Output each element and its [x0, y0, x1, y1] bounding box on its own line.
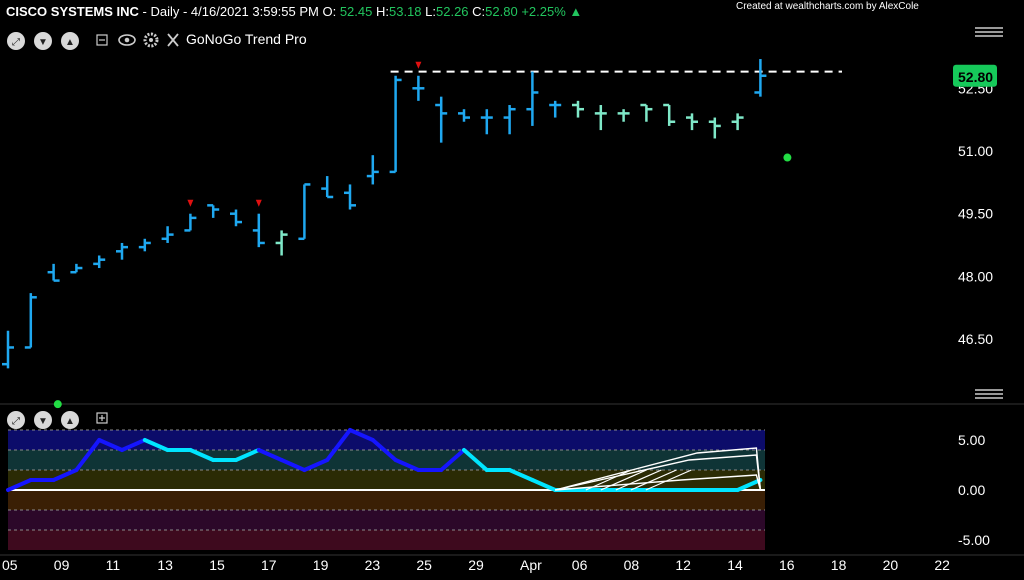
chart-stage: 46.50 48.00 49.50 51.00 52.50 52.80 5.00 0.00 -5…: [0, 0, 1024, 576]
oscillator-band: [8, 490, 765, 510]
price-tick-label: 46.50: [958, 331, 993, 347]
oscillator-band: [8, 530, 765, 550]
symbol-name: CISCO SYSTEMS INC: [6, 4, 139, 19]
oscillator-tick-label: 5.00: [958, 432, 985, 448]
low-label: L:: [421, 4, 436, 19]
x-tick-label: 25: [416, 557, 432, 573]
x-tick-label: Apr: [520, 557, 542, 573]
price-tick-label: 48.00: [958, 268, 993, 284]
x-tick-label: 20: [883, 557, 899, 573]
signal-triangle-icon: [415, 61, 422, 69]
x-tick-label: 18: [831, 557, 847, 573]
oscillator-band: [8, 430, 765, 450]
signal-triangle-icon: [187, 199, 194, 207]
x-tick-label: 06: [572, 557, 588, 573]
x-tick-label: 14: [727, 557, 743, 573]
go-dot-icon: [53, 400, 62, 409]
x-tick-label: 15: [209, 557, 225, 573]
low-value: 52.26: [436, 4, 469, 19]
open-label: O:: [322, 4, 340, 19]
high-label: H:: [372, 4, 389, 19]
x-tick-label: 19: [313, 557, 329, 573]
price-tick-label: 51.00: [958, 143, 993, 159]
x-tick-label: 09: [54, 557, 70, 573]
ohlc-chart[interactable]: 46.5048.0049.5051.0052.5052.805.000.00-5…: [0, 0, 1024, 576]
chart-header: CISCO SYSTEMS INC - Daily - 4/16/2021 3:…: [6, 4, 582, 19]
go-dot-icon: [783, 153, 792, 162]
osc-expand-icon-glyph: ⤢: [12, 416, 20, 427]
eye-icon-pupil: [124, 37, 130, 43]
x-tick-label: 23: [365, 557, 381, 573]
close-label: C:: [468, 4, 486, 19]
up-arrow-icon: ▲: [569, 4, 583, 19]
price-tick-label: 49.50: [958, 206, 993, 222]
x-tick-label: 17: [261, 557, 277, 573]
last-price-label: 52.80: [958, 69, 993, 85]
high-value: 53.18: [388, 4, 422, 19]
header-info: - Daily - 4/16/2021 3:59:55 PM: [138, 4, 323, 19]
credit-text: Created at wealthcharts.com by AlexCole: [736, 1, 919, 12]
open-value: 52.45: [339, 4, 373, 19]
osc-move-down-icon-glyph: ▼: [38, 416, 48, 427]
oscillator-tick-label: 0.00: [958, 482, 985, 498]
signal-triangle-icon: [255, 199, 262, 207]
x-tick-label: 12: [675, 557, 691, 573]
oscillator-tick-label: -5.00: [958, 532, 990, 548]
x-tick-label: 29: [468, 557, 484, 573]
x-tick-label: 16: [779, 557, 795, 573]
indicator-name: GoNoGo Trend Pro: [186, 31, 307, 47]
expand-icon-glyph: ⤢: [12, 37, 20, 48]
move-up-icon-glyph: ▲: [65, 37, 75, 48]
x-tick-label: 11: [106, 557, 121, 573]
osc-move-up-icon-glyph: ▲: [65, 416, 75, 427]
x-tick-label: 08: [624, 557, 640, 573]
gear-icon-hub: [149, 38, 153, 42]
oscillator-band: [8, 510, 765, 530]
move-down-icon-glyph: ▼: [38, 37, 48, 48]
change-value: +2.25%: [517, 4, 566, 19]
close-value: 52.80: [485, 4, 518, 19]
x-tick-label: 05: [2, 557, 18, 573]
x-tick-label: 13: [157, 557, 173, 573]
x-tick-label: 22: [934, 557, 950, 573]
